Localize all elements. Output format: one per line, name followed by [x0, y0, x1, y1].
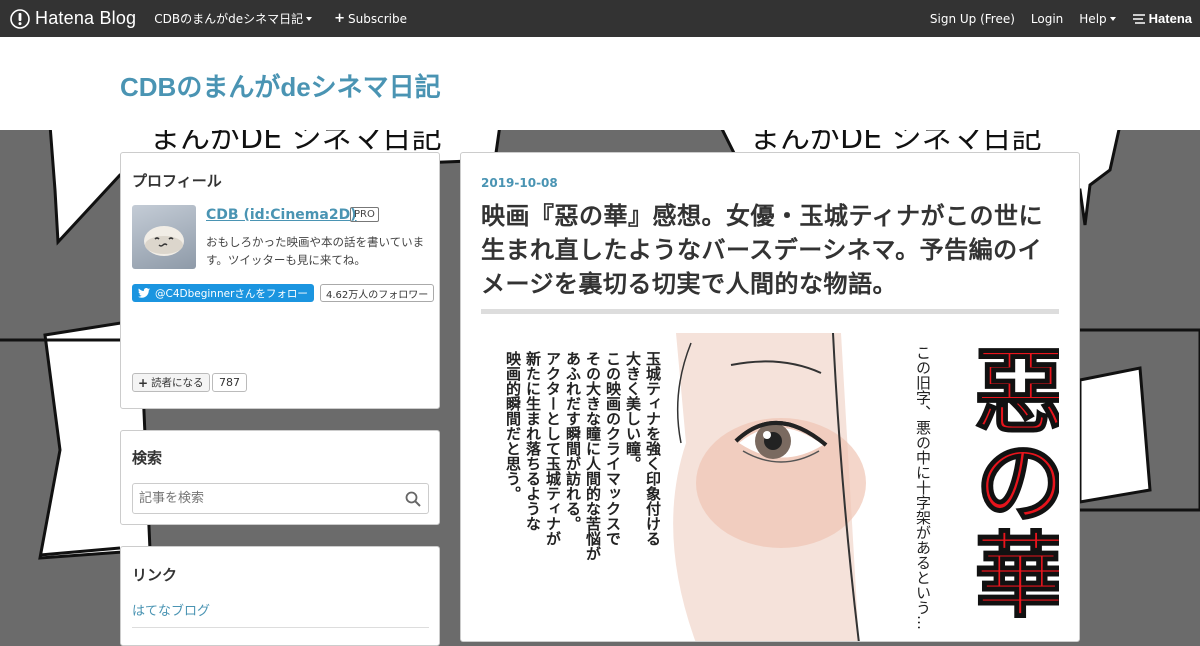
vertical-line-8: 映画的瞬間だと思う。: [504, 350, 522, 501]
entry-illustration[interactable]: 玉城ティナを強く印象付ける 大きく美しい瞳。 この映画のクライマックスで その大…: [481, 333, 1059, 642]
profile-description: おもしろかった映画や本の話を書いています。ツイッターも見に来てね。: [206, 235, 425, 267]
signup-link[interactable]: Sign Up (Free): [930, 12, 1015, 26]
vertical-line-1: 玉城ティナを強く印象付ける: [644, 351, 662, 546]
search-box: [132, 483, 429, 514]
avatar[interactable]: [132, 205, 196, 269]
plus-icon: +: [138, 375, 149, 390]
entry-title[interactable]: 映画『惡の華』感想。女優・玉城ティナがこの世に生まれ直したようなバースデーシネマ…: [481, 199, 1051, 301]
vertical-line-3: この映画のクライマックスで: [604, 351, 622, 546]
handwritten-note: この旧字、悪の中に十字架があるという…: [914, 345, 932, 630]
eye-highlight: [763, 431, 771, 439]
big-red-title: 惡の華: [958, 342, 1059, 620]
links-module: リンク はてなブログ: [120, 546, 440, 646]
divider: [132, 627, 429, 628]
become-reader-label: 読者になる: [151, 377, 204, 389]
chevron-down-icon: [1109, 16, 1116, 21]
blog-menu[interactable]: CDBのまんがdeシネマ日記: [154, 10, 313, 27]
plus-icon: +: [334, 11, 346, 26]
blog-menu-label: CDBのまんがdeシネマ日記: [154, 12, 304, 26]
profile-title: プロフィール: [132, 172, 222, 190]
big-title-text: 惡の華: [959, 343, 1059, 619]
vertical-line-6: アクターとして玉城ティナが: [544, 351, 562, 546]
become-reader-button[interactable]: + 読者になる: [132, 373, 210, 392]
subscribe-button[interactable]: + Subscribe: [334, 11, 407, 26]
twitter-bird-icon: [138, 288, 150, 298]
reader-count: 787: [212, 373, 247, 392]
subscribe-label: Subscribe: [348, 11, 408, 26]
pro-badge: PRO: [350, 207, 379, 222]
hatena-blog-logo[interactable]: Hatena Blog: [10, 8, 136, 29]
hatena-label: Hatena: [1148, 11, 1192, 26]
article-entry: 2019-10-08 映画『惡の華』感想。女優・玉城ティナがこの世に生まれ直した…: [460, 152, 1080, 642]
vertical-line-2: 大きく美しい瞳。: [624, 350, 642, 471]
hatena-logo-icon: [1132, 13, 1145, 24]
vertical-text-block: 玉城ティナを強く印象付ける 大きく美しい瞳。 この映画のクライマックスで その大…: [504, 350, 662, 561]
global-header-left: Hatena Blog CDBのまんがdeシネマ日記 + Subscribe: [0, 0, 429, 37]
entry-date[interactable]: 2019-10-08: [481, 176, 558, 190]
vertical-line-5: あふれだす瞬間が訪れる。: [564, 351, 582, 531]
vertical-line-4: その大きな瞳に人間的な苦悩が: [584, 351, 602, 561]
speech-panel-middle-right: [1078, 366, 1152, 504]
hatena-blog-logo-icon: [10, 8, 30, 29]
global-header: Hatena Blog CDBのまんがdeシネマ日記 + Subscribe S…: [0, 0, 1200, 37]
links-title: リンク: [132, 566, 178, 584]
profile-name-link[interactable]: CDB (id:Cinema2D): [206, 207, 357, 223]
blog-header: CDBのまんがdeシネマ日記: [0, 37, 1200, 130]
chevron-down-icon: [306, 16, 313, 21]
search-icon[interactable]: [405, 491, 421, 507]
search-title: 検索: [132, 449, 163, 467]
help-menu[interactable]: Help: [1079, 11, 1116, 26]
title-underline: [481, 309, 1059, 314]
hatena-logo[interactable]: Hatena: [1132, 11, 1192, 26]
profile-module: プロフィール CDB (id:Cinema2D) PRO おもしろかった映画や本…: [120, 152, 440, 409]
vertical-line-7: 新たに生まれ落ちるような: [524, 350, 542, 531]
search-module: 検索: [120, 430, 440, 525]
twitter-follower-count[interactable]: 4.62万人のフォロワー: [320, 284, 435, 302]
login-link[interactable]: Login: [1031, 12, 1063, 26]
twitter-follow-label: @C4Dbeginnerさんをフォロー: [155, 287, 308, 300]
link-item-hatena-blog[interactable]: はてなブログ: [132, 600, 210, 619]
blog-title[interactable]: CDBのまんがdeシネマ日記: [120, 67, 441, 104]
avatar-image: [144, 226, 184, 256]
search-input[interactable]: [133, 484, 399, 513]
global-header-right: Sign Up (Free) Login Help Hatena: [930, 0, 1192, 37]
twitter-follow-button[interactable]: @C4Dbeginnerさんをフォロー: [132, 284, 314, 302]
brand-text: Hatena Blog: [35, 8, 137, 28]
help-label: Help: [1079, 11, 1107, 26]
